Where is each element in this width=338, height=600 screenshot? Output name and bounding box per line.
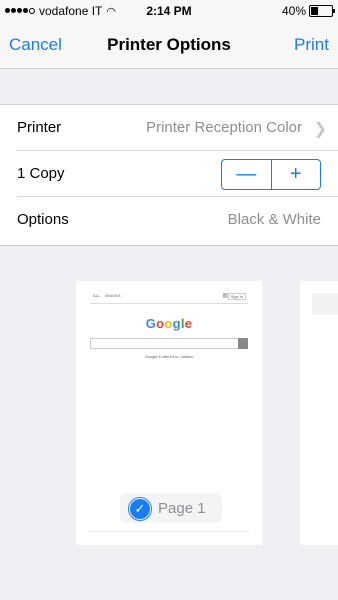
page-title: Printer Options xyxy=(107,35,231,54)
navigation-bar: Cancel Printer Options Print xyxy=(0,22,338,69)
next-page-preview[interactable] xyxy=(300,281,338,545)
copies-row: 1 Copy — + xyxy=(0,151,338,197)
printer-label: Printer xyxy=(17,119,62,136)
copies-stepper: — + xyxy=(221,159,321,190)
minus-icon: — xyxy=(236,163,257,185)
decrement-button[interactable]: — xyxy=(222,160,272,189)
doc-divider xyxy=(90,303,248,304)
battery-icon xyxy=(309,5,335,17)
options-row[interactable]: Options Black & White xyxy=(0,197,338,243)
next-page-header xyxy=(312,293,338,315)
apps-grid-icon: ▦ xyxy=(222,293,228,299)
checkmark-icon[interactable]: ✓ xyxy=(129,498,151,520)
doc-search-box xyxy=(90,338,248,349)
options-label: Options xyxy=(17,211,69,228)
doc-offered-text: Google.it offered in: Italiano xyxy=(144,354,194,359)
doc-tab-images: IMAGES xyxy=(105,293,121,298)
google-logo: Google xyxy=(145,316,193,331)
status-bar: vodafone IT ◠ 2:14 PM 40% xyxy=(0,0,338,22)
print-button[interactable]: Print xyxy=(294,35,329,55)
plus-icon: + xyxy=(289,163,302,185)
increment-button[interactable]: + xyxy=(272,160,321,189)
printer-settings-group: Printer Printer Reception Color ❯ 1 Copy… xyxy=(0,104,338,246)
doc-signin: Sign in xyxy=(227,293,246,300)
page-number-label: Page 1 xyxy=(158,500,206,517)
chevron-right-icon: ❯ xyxy=(313,121,327,138)
printer-row[interactable]: Printer Printer Reception Color ❯ xyxy=(0,105,338,151)
doc-footer xyxy=(88,531,250,535)
copies-label: 1 Copy xyxy=(17,165,65,182)
options-value: Black & White xyxy=(227,211,321,228)
battery-indicator: 40% xyxy=(281,4,335,18)
printer-value: Printer Reception Color xyxy=(146,119,302,136)
doc-search-icon xyxy=(238,338,248,349)
doc-tab-all: ALL xyxy=(93,293,101,298)
battery-percent: 40% xyxy=(281,4,306,18)
